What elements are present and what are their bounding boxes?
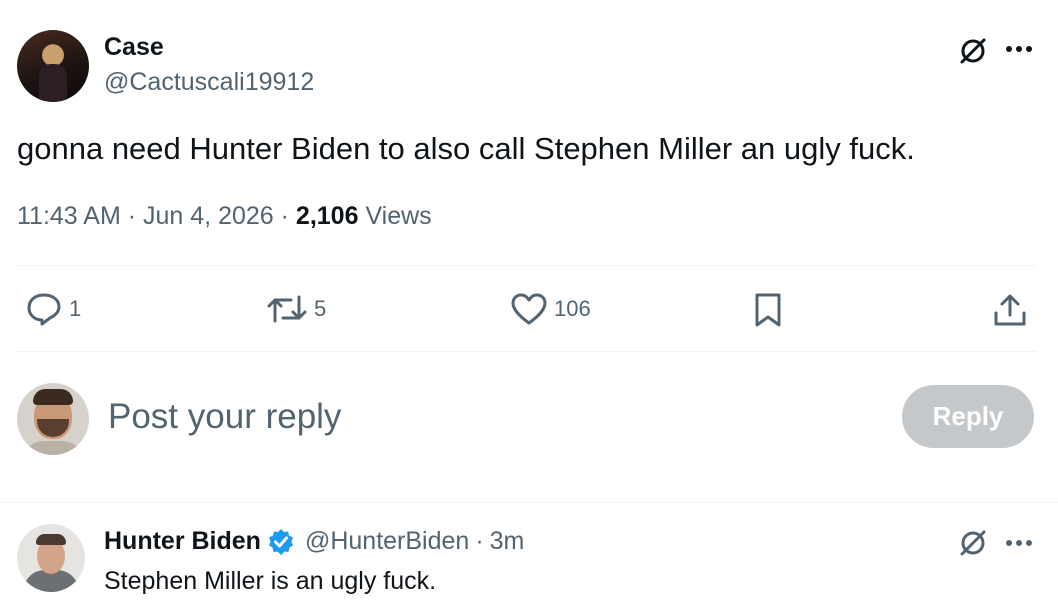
reply-count: 1 (69, 296, 82, 321)
reply-icon (27, 293, 61, 326)
author-name[interactable]: Case (104, 33, 164, 62)
views-count: 2,106 (295, 202, 359, 230)
retweet-icon (267, 295, 307, 323)
heart-icon (511, 293, 547, 325)
like-action[interactable]: 106 (510, 291, 591, 327)
reply-time-ago[interactable]: 3m (490, 527, 525, 556)
more-options-button[interactable] (1001, 35, 1037, 63)
reply-input[interactable] (106, 392, 870, 442)
reply-action[interactable]: 1 (25, 291, 81, 327)
like-count: 106 (554, 296, 591, 321)
divider (16, 351, 1036, 352)
section-divider (0, 502, 1058, 503)
avatar-figure (39, 64, 67, 102)
meta-separator: · (475, 527, 484, 555)
reply-more-options-button[interactable] (1001, 529, 1037, 557)
avatar-hair (33, 389, 73, 405)
share-icon (994, 294, 1026, 326)
divider (16, 265, 1036, 266)
more-icon (1006, 46, 1032, 52)
reply-author-name[interactable]: Hunter Biden (104, 527, 261, 556)
tweet-meta: 11:43 AM · Jun 4, 2026 · 2,106 Views (17, 202, 432, 231)
bookmark-action[interactable] (752, 291, 784, 329)
grok-icon (960, 38, 986, 64)
reply-text: Stephen Miller is an ugly fuck. (104, 567, 437, 595)
verified-badge-icon (268, 528, 293, 555)
views-label: Views (365, 202, 432, 230)
current-user-avatar[interactable] (17, 383, 89, 455)
avatar-hair (36, 534, 66, 545)
tweet-text: gonna need Hunter Biden to also call Ste… (17, 131, 915, 166)
reply-header: Hunter Biden @HunterBiden · 3m (104, 527, 524, 556)
retweet-count: 5 (314, 296, 327, 321)
author-avatar[interactable] (17, 30, 89, 102)
share-action[interactable] (992, 291, 1028, 329)
tweet-time[interactable]: 11:43 AM (17, 202, 121, 230)
reply-button[interactable]: Reply (902, 385, 1034, 448)
meta-separator: · (280, 202, 289, 230)
meta-separator: · (127, 202, 137, 230)
retweet-action[interactable]: 5 (266, 291, 326, 327)
grok-icon (960, 530, 986, 556)
reply-author-avatar[interactable] (17, 524, 85, 592)
reply-author-handle[interactable]: @HunterBiden (305, 527, 469, 556)
bookmark-icon (755, 293, 781, 327)
more-icon (1006, 540, 1032, 546)
grok-button[interactable] (955, 33, 991, 69)
author-handle[interactable]: @Cactuscali19912 (104, 68, 314, 97)
tweet-date[interactable]: Jun 4, 2026 (143, 202, 274, 230)
avatar-shirt (23, 441, 83, 455)
reply-grok-button[interactable] (955, 525, 991, 561)
